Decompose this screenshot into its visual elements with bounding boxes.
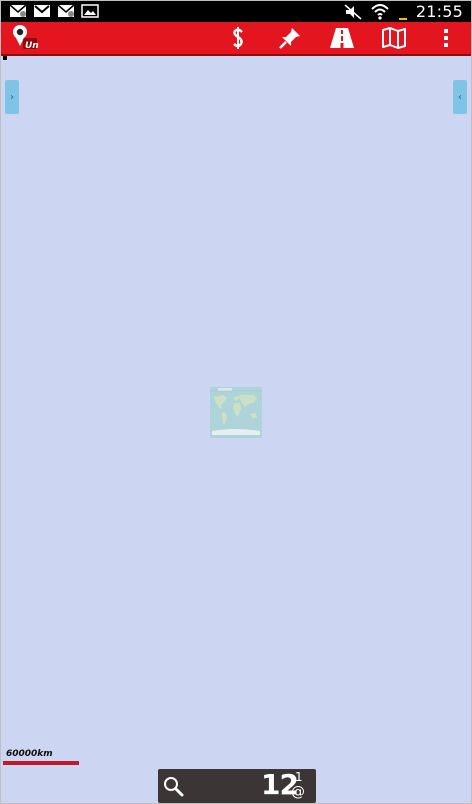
road-button[interactable]	[327, 24, 357, 52]
zoom-subscript: @	[291, 784, 305, 800]
overflow-menu-button[interactable]	[431, 24, 461, 52]
battery-icon	[398, 18, 407, 20]
image-icon	[81, 4, 99, 18]
chevron-right-icon: ›	[10, 91, 14, 103]
left-drawer-tab[interactable]: ›	[5, 80, 19, 114]
email-notification-icon	[57, 4, 75, 17]
map-marker-dot	[3, 56, 7, 60]
email-notification-icon	[9, 4, 27, 17]
scale-bar	[3, 761, 79, 765]
map-button[interactable]	[379, 24, 409, 52]
chevron-left-icon: ‹	[458, 91, 462, 103]
world-map-tile	[210, 387, 262, 438]
map-icon	[382, 27, 406, 49]
toolbar-actions	[223, 24, 461, 52]
currency-button[interactable]	[223, 24, 253, 52]
svg-text:Un: Un	[25, 41, 39, 51]
pin-button[interactable]	[275, 24, 305, 52]
zoom-superscript: 1	[295, 770, 303, 784]
map-view[interactable]: › ‹ 60000km	[1, 56, 471, 769]
notification-icons	[9, 4, 99, 18]
system-icons: 21:55	[344, 2, 463, 21]
currency-icon	[233, 27, 243, 49]
right-drawer-tab[interactable]: ‹	[453, 80, 467, 114]
gmail-icon	[34, 5, 50, 17]
overflow-menu-icon	[444, 29, 448, 47]
search-icon[interactable]	[162, 775, 184, 797]
clock: 21:55	[415, 2, 463, 21]
status-bar: 21:55	[1, 1, 471, 22]
app-logo-icon[interactable]: Un	[11, 24, 41, 52]
zoom-search-widget: 12 1 @	[158, 768, 316, 803]
app-screen: 21:55 Un › ‹ 60000km 12 1 @	[0, 0, 472, 804]
scale-label: 60000km	[6, 749, 53, 759]
wifi-icon	[371, 4, 389, 20]
pin-icon	[279, 28, 300, 49]
mute-icon	[344, 3, 362, 20]
road-icon	[330, 28, 354, 48]
app-toolbar: Un	[1, 22, 471, 56]
